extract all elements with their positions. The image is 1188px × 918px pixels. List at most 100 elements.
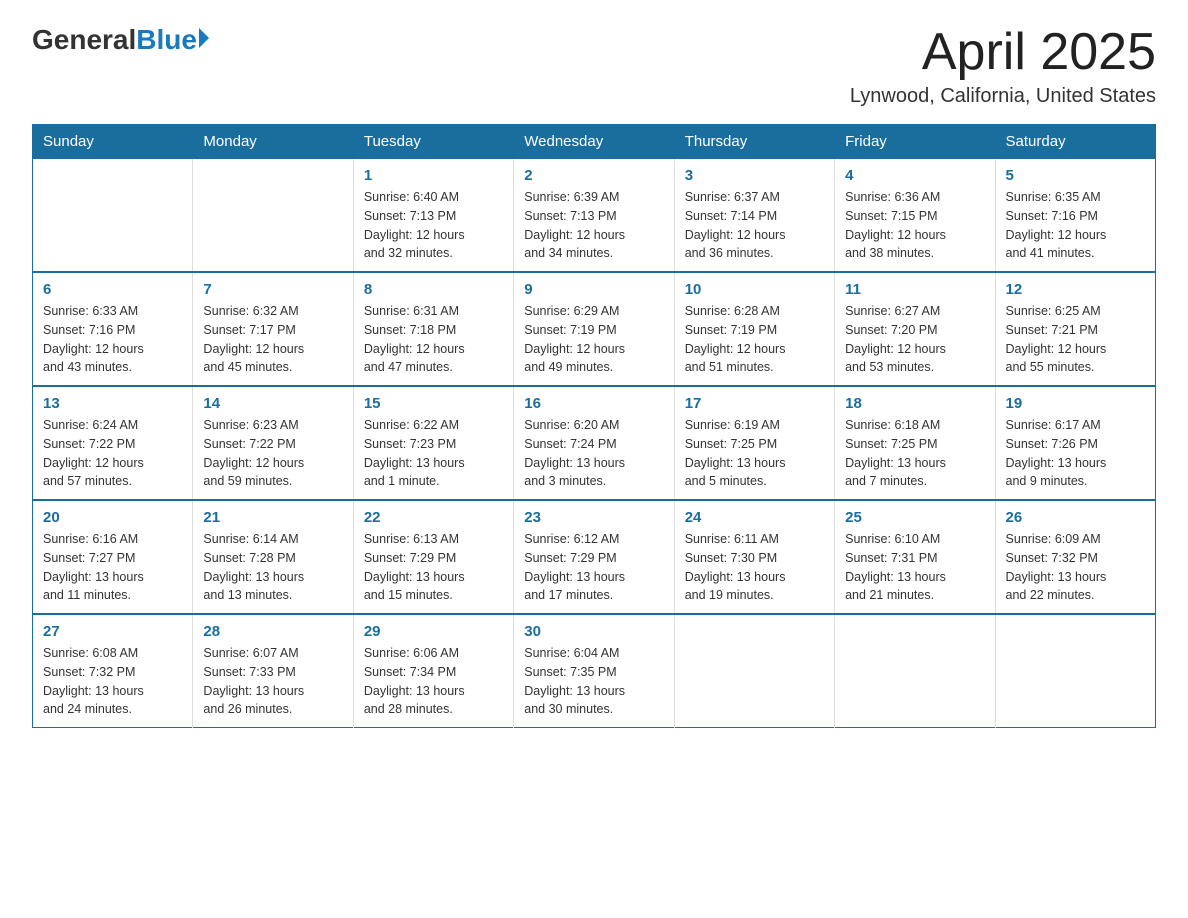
calendar-cell: 28 Sunrise: 6:07 AM Sunset: 7:33 PM Dayli… <box>193 614 353 728</box>
calendar-cell: 5Sunrise: 6:35 AM Sunset: 7:16 PM Daylig… <box>995 159 1155 273</box>
calendar-week-row: 1 Sunrise: 6:40 AM Sunset: 7:13 PM Daylig… <box>33 159 1156 273</box>
calendar-cell: 1 Sunrise: 6:40 AM Sunset: 7:13 PM Daylig… <box>353 159 513 273</box>
day-number: 19 <box>1006 395 1145 412</box>
weekday-header-sunday: Sunday <box>33 125 193 159</box>
page-title: April 2025 <box>850 24 1156 81</box>
calendar-cell: 18Sunrise: 6:18 AM Sunset: 7:25 PM Dayli… <box>835 386 995 500</box>
day-info: Sunrise: 6:10 AM Sunset: 7:31 PM Dayligh… <box>845 530 984 605</box>
day-number: 13 <box>43 395 182 412</box>
day-info: Sunrise: 6:39 AM Sunset: 7:13 PM Dayligh… <box>524 188 663 263</box>
title-block: April 2025 Lynwood, California, United S… <box>850 24 1156 108</box>
day-info: Sunrise: 6:13 AM Sunset: 7:29 PM Dayligh… <box>364 530 503 605</box>
calendar-cell: 20Sunrise: 6:16 AM Sunset: 7:27 PM Dayli… <box>33 500 193 614</box>
day-number: 2 <box>524 167 663 184</box>
day-number: 30 <box>524 623 663 640</box>
calendar-cell: 14Sunrise: 6:23 AM Sunset: 7:22 PM Dayli… <box>193 386 353 500</box>
day-info: Sunrise: 6:19 AM Sunset: 7:25 PM Dayligh… <box>685 416 824 491</box>
calendar-cell: 15 Sunrise: 6:22 AM Sunset: 7:23 PM Dayli… <box>353 386 513 500</box>
calendar-cell: 7Sunrise: 6:32 AM Sunset: 7:17 PM Daylig… <box>193 272 353 386</box>
logo: General Blue <box>32 24 209 56</box>
day-info: Sunrise: 6:12 AM Sunset: 7:29 PM Dayligh… <box>524 530 663 605</box>
day-info: Sunrise: 6:25 AM Sunset: 7:21 PM Dayligh… <box>1006 302 1145 377</box>
calendar-cell <box>674 614 834 728</box>
calendar-cell: 22 Sunrise: 6:13 AM Sunset: 7:29 PM Dayli… <box>353 500 513 614</box>
day-info: Sunrise: 6:06 AM Sunset: 7:34 PM Dayligh… <box>364 644 503 719</box>
calendar-cell: 26Sunrise: 6:09 AM Sunset: 7:32 PM Dayli… <box>995 500 1155 614</box>
day-info: Sunrise: 6:33 AM Sunset: 7:16 PM Dayligh… <box>43 302 182 377</box>
day-info: Sunrise: 6:14 AM Sunset: 7:28 PM Dayligh… <box>203 530 342 605</box>
day-number: 3 <box>685 167 824 184</box>
day-number: 23 <box>524 509 663 526</box>
calendar-week-row: 27 Sunrise: 6:08 AM Sunset: 7:32 PM Dayli… <box>33 614 1156 728</box>
calendar-cell: 24 Sunrise: 6:11 AM Sunset: 7:30 PM Dayli… <box>674 500 834 614</box>
day-number: 11 <box>845 281 984 298</box>
day-number: 24 <box>685 509 824 526</box>
calendar-cell: 4 Sunrise: 6:36 AM Sunset: 7:15 PM Daylig… <box>835 159 995 273</box>
weekday-header-monday: Monday <box>193 125 353 159</box>
weekday-header-saturday: Saturday <box>995 125 1155 159</box>
calendar-week-row: 6 Sunrise: 6:33 AM Sunset: 7:16 PM Daylig… <box>33 272 1156 386</box>
calendar-cell: 10 Sunrise: 6:28 AM Sunset: 7:19 PM Dayli… <box>674 272 834 386</box>
calendar-cell: 17 Sunrise: 6:19 AM Sunset: 7:25 PM Dayli… <box>674 386 834 500</box>
day-number: 14 <box>203 395 342 412</box>
day-info: Sunrise: 6:40 AM Sunset: 7:13 PM Dayligh… <box>364 188 503 263</box>
calendar-week-row: 13 Sunrise: 6:24 AM Sunset: 7:22 PM Dayli… <box>33 386 1156 500</box>
day-number: 16 <box>524 395 663 412</box>
logo-general-text: General <box>32 24 136 56</box>
day-number: 29 <box>364 623 503 640</box>
calendar-week-row: 20Sunrise: 6:16 AM Sunset: 7:27 PM Dayli… <box>33 500 1156 614</box>
day-info: Sunrise: 6:28 AM Sunset: 7:19 PM Dayligh… <box>685 302 824 377</box>
day-info: Sunrise: 6:24 AM Sunset: 7:22 PM Dayligh… <box>43 416 182 491</box>
calendar-cell: 11 Sunrise: 6:27 AM Sunset: 7:20 PM Dayli… <box>835 272 995 386</box>
calendar-cell: 19 Sunrise: 6:17 AM Sunset: 7:26 PM Dayli… <box>995 386 1155 500</box>
calendar-cell <box>193 159 353 273</box>
day-number: 8 <box>364 281 503 298</box>
day-info: Sunrise: 6:31 AM Sunset: 7:18 PM Dayligh… <box>364 302 503 377</box>
day-info: Sunrise: 6:32 AM Sunset: 7:17 PM Dayligh… <box>203 302 342 377</box>
calendar-cell: 21 Sunrise: 6:14 AM Sunset: 7:28 PM Dayli… <box>193 500 353 614</box>
calendar-cell: 27 Sunrise: 6:08 AM Sunset: 7:32 PM Dayli… <box>33 614 193 728</box>
day-info: Sunrise: 6:20 AM Sunset: 7:24 PM Dayligh… <box>524 416 663 491</box>
day-info: Sunrise: 6:22 AM Sunset: 7:23 PM Dayligh… <box>364 416 503 491</box>
calendar-cell: 25Sunrise: 6:10 AM Sunset: 7:31 PM Dayli… <box>835 500 995 614</box>
day-info: Sunrise: 6:07 AM Sunset: 7:33 PM Dayligh… <box>203 644 342 719</box>
day-number: 6 <box>43 281 182 298</box>
day-number: 1 <box>364 167 503 184</box>
weekday-header-friday: Friday <box>835 125 995 159</box>
day-number: 28 <box>203 623 342 640</box>
day-info: Sunrise: 6:27 AM Sunset: 7:20 PM Dayligh… <box>845 302 984 377</box>
day-info: Sunrise: 6:08 AM Sunset: 7:32 PM Dayligh… <box>43 644 182 719</box>
day-number: 4 <box>845 167 984 184</box>
day-info: Sunrise: 6:29 AM Sunset: 7:19 PM Dayligh… <box>524 302 663 377</box>
day-number: 9 <box>524 281 663 298</box>
day-number: 22 <box>364 509 503 526</box>
day-info: Sunrise: 6:18 AM Sunset: 7:25 PM Dayligh… <box>845 416 984 491</box>
day-info: Sunrise: 6:11 AM Sunset: 7:30 PM Dayligh… <box>685 530 824 605</box>
day-info: Sunrise: 6:09 AM Sunset: 7:32 PM Dayligh… <box>1006 530 1145 605</box>
day-number: 17 <box>685 395 824 412</box>
location-subtitle: Lynwood, California, United States <box>850 85 1156 108</box>
calendar-cell <box>835 614 995 728</box>
calendar-cell: 2 Sunrise: 6:39 AM Sunset: 7:13 PM Daylig… <box>514 159 674 273</box>
day-number: 5 <box>1006 167 1145 184</box>
calendar-cell: 13 Sunrise: 6:24 AM Sunset: 7:22 PM Dayli… <box>33 386 193 500</box>
calendar-cell: 16 Sunrise: 6:20 AM Sunset: 7:24 PM Dayli… <box>514 386 674 500</box>
calendar-cell: 6 Sunrise: 6:33 AM Sunset: 7:16 PM Daylig… <box>33 272 193 386</box>
calendar-header-row: SundayMondayTuesdayWednesdayThursdayFrid… <box>33 125 1156 159</box>
day-info: Sunrise: 6:17 AM Sunset: 7:26 PM Dayligh… <box>1006 416 1145 491</box>
weekday-header-wednesday: Wednesday <box>514 125 674 159</box>
calendar-cell <box>995 614 1155 728</box>
logo-arrow-icon <box>199 28 209 48</box>
calendar-cell: 12Sunrise: 6:25 AM Sunset: 7:21 PM Dayli… <box>995 272 1155 386</box>
day-number: 15 <box>364 395 503 412</box>
logo-blue-text: Blue <box>136 24 197 56</box>
day-number: 27 <box>43 623 182 640</box>
calendar-cell: 9 Sunrise: 6:29 AM Sunset: 7:19 PM Daylig… <box>514 272 674 386</box>
weekday-header-tuesday: Tuesday <box>353 125 513 159</box>
day-info: Sunrise: 6:36 AM Sunset: 7:15 PM Dayligh… <box>845 188 984 263</box>
day-number: 10 <box>685 281 824 298</box>
day-info: Sunrise: 6:37 AM Sunset: 7:14 PM Dayligh… <box>685 188 824 263</box>
calendar-table: SundayMondayTuesdayWednesdayThursdayFrid… <box>32 124 1156 728</box>
calendar-cell: 30Sunrise: 6:04 AM Sunset: 7:35 PM Dayli… <box>514 614 674 728</box>
day-number: 21 <box>203 509 342 526</box>
